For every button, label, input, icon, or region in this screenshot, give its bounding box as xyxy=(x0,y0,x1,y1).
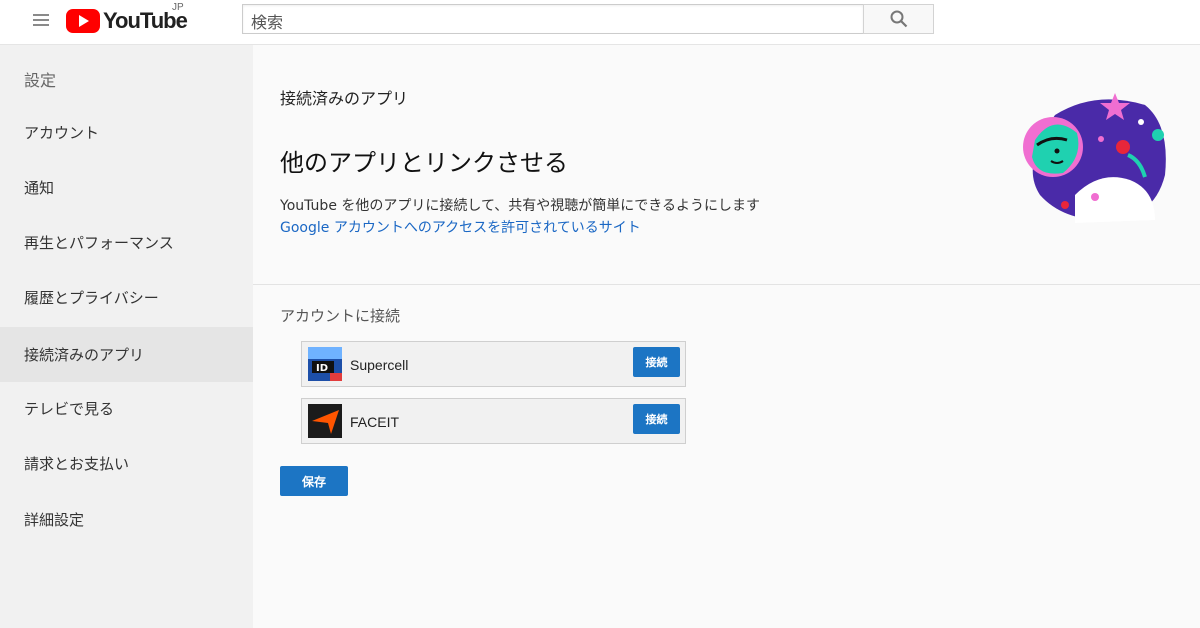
search-icon xyxy=(890,10,907,28)
app-row-supercell: ID Supercell 接続 xyxy=(301,341,686,387)
main-content: 接続済みのアプリ 他のアプリとリンクさせる YouTube を他のアプリに接続し… xyxy=(253,45,1200,628)
supercell-id-icon: ID xyxy=(308,347,342,381)
faceit-icon xyxy=(308,404,342,438)
app-row-faceit: FACEIT 接続 xyxy=(301,398,686,444)
connected-sites-link[interactable]: Google アカウントへのアクセスを許可されているサイト xyxy=(280,217,641,237)
app-name: FACEIT xyxy=(350,414,400,430)
intro-section: 接続済みのアプリ 他のアプリとリンクさせる YouTube を他のアプリに接続し… xyxy=(253,45,1200,285)
sidebar-item-privacy[interactable]: 履歴とプライバシー xyxy=(0,270,253,325)
top-bar: YouTube JP 検索 xyxy=(0,0,1200,45)
sidebar-item-account[interactable]: アカウント xyxy=(0,105,253,160)
sidebar-heading: 設定 xyxy=(24,71,57,90)
page-subtitle: 接続済みのアプリ xyxy=(280,89,409,108)
sidebar-item-notifications[interactable]: 通知 xyxy=(0,160,253,215)
page-description: YouTube を他のアプリに接続して、共有や視聴が簡単にできるようにします xyxy=(280,198,760,214)
connect-button-supercell[interactable]: 接続 xyxy=(633,347,680,377)
sidebar-item-playback[interactable]: 再生とパフォーマンス xyxy=(0,215,253,270)
hamburger-menu-icon[interactable] xyxy=(33,12,51,28)
youtube-play-icon xyxy=(66,9,100,33)
app-name: Supercell xyxy=(350,357,409,373)
connect-button-faceit[interactable]: 接続 xyxy=(633,404,680,434)
connect-heading: アカウントに接続 xyxy=(280,307,401,325)
search-button[interactable] xyxy=(863,4,934,34)
svg-text:ID: ID xyxy=(316,363,328,374)
settings-sidebar: 設定 アカウント 通知 再生とパフォーマンス 履歴とプライバシー 接続済みのアプ… xyxy=(0,45,253,628)
sidebar-item-advanced[interactable]: 詳細設定 xyxy=(0,492,253,547)
search-input[interactable]: 検索 xyxy=(242,4,864,34)
sidebar-item-connected-apps[interactable]: 接続済みのアプリ xyxy=(0,327,253,382)
youtube-logo[interactable]: YouTube xyxy=(66,6,188,36)
sidebar-item-billing[interactable]: 請求とお支払い xyxy=(0,436,253,491)
connected-apps-illustration xyxy=(1023,93,1166,223)
logo-country-code: JP xyxy=(172,2,184,13)
page-title: 他のアプリとリンクさせる xyxy=(280,149,568,177)
save-button[interactable]: 保存 xyxy=(280,466,348,496)
sidebar-item-tv[interactable]: テレビで見る xyxy=(0,381,253,436)
